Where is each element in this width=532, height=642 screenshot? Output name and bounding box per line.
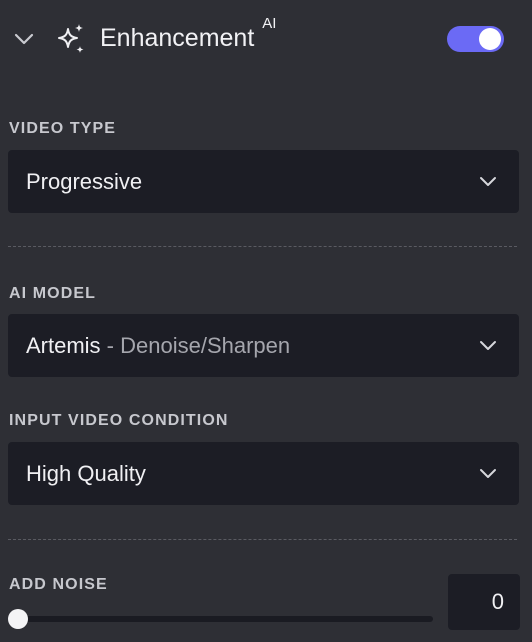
- chevron-down-icon[interactable]: [12, 27, 36, 51]
- toggle-knob: [479, 28, 501, 50]
- section-title: Enhancement AI: [100, 16, 276, 54]
- ai-badge: AI: [262, 15, 277, 32]
- slider-handle[interactable]: [8, 609, 28, 629]
- video-type-label: VIDEO TYPE: [9, 120, 117, 137]
- input-condition-select[interactable]: High Quality: [8, 442, 519, 505]
- ai-model-label: AI MODEL: [9, 285, 97, 302]
- ai-model-description: Denoise/Sharpen: [120, 333, 291, 358]
- ai-model-name: Artemis: [26, 333, 101, 358]
- ai-model-separator: -: [100, 333, 121, 358]
- enhancement-header[interactable]: Enhancement AI: [0, 0, 532, 78]
- chevron-down-icon: [480, 469, 496, 478]
- add-noise-slider[interactable]: [8, 616, 433, 622]
- add-noise-input[interactable]: 0: [448, 574, 520, 630]
- video-type-select[interactable]: Progressive: [8, 150, 519, 213]
- section-divider: [8, 246, 517, 247]
- video-type-value: Progressive: [26, 169, 143, 194]
- input-condition-label: INPUT VIDEO CONDITION: [9, 412, 229, 429]
- add-noise-label: ADD NOISE: [9, 576, 108, 593]
- section-divider: [8, 539, 517, 540]
- ai-model-value: Artemis - Denoise/Sharpen: [26, 314, 290, 377]
- chevron-down-icon: [480, 177, 496, 186]
- ai-model-select[interactable]: Artemis - Denoise/Sharpen: [8, 314, 519, 377]
- input-condition-value: High Quality: [26, 461, 146, 486]
- enhancement-toggle[interactable]: [447, 26, 504, 52]
- chevron-down-icon: [480, 341, 496, 350]
- section-title-text: Enhancement: [100, 24, 255, 52]
- sparkle-icon: [54, 22, 88, 56]
- enhancement-panel: Enhancement AI VIDEO TYPE Progressive AI …: [0, 0, 532, 642]
